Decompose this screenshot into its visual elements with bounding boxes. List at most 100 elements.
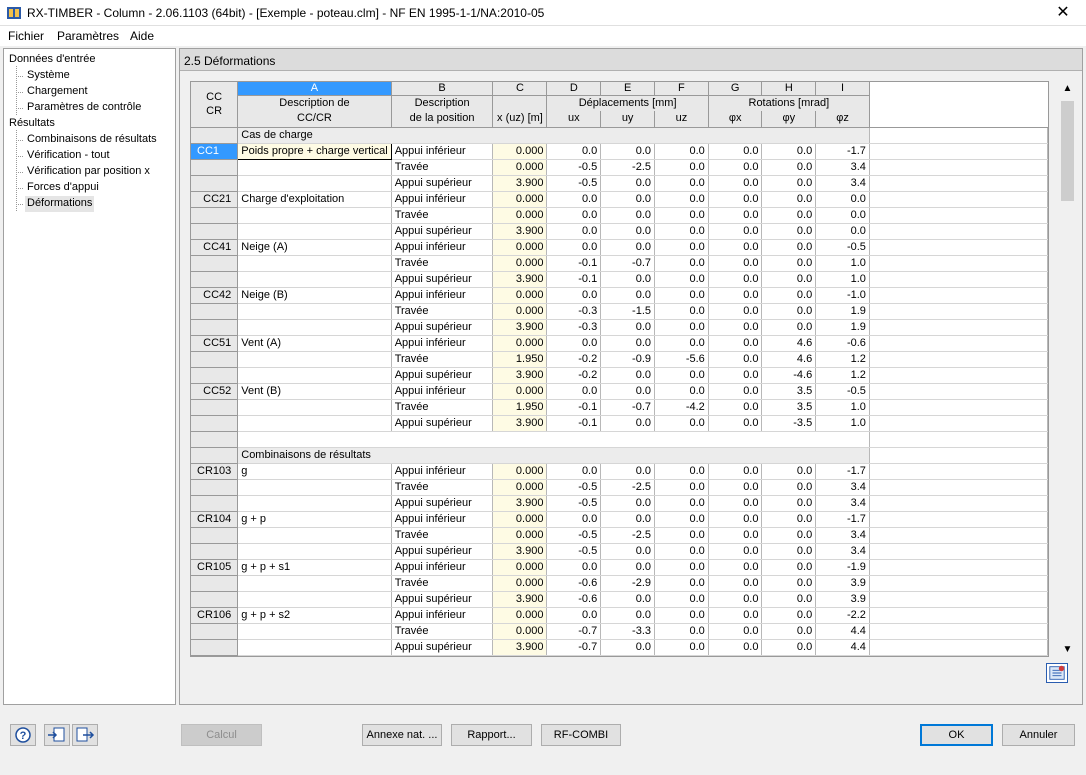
cell-value[interactable]: 0.0 — [708, 223, 763, 240]
cell-value[interactable]: -0.1 — [546, 415, 602, 432]
cell-value[interactable]: 0.0 — [600, 271, 656, 288]
cell-value[interactable]: -0.3 — [546, 303, 602, 320]
cell-position[interactable]: Appui inférieur — [391, 239, 494, 256]
table-row[interactable]: Travée 0.000 0.0 0.0 0.0 0.0 0.0 0.0 — [191, 207, 1048, 224]
cell-value[interactable]: 0.0 — [654, 143, 709, 160]
cell-description[interactable] — [237, 223, 392, 240]
tree-item-system[interactable]: Système — [27, 68, 70, 84]
grid-filler[interactable] — [869, 431, 1048, 448]
cell-value[interactable]: 0.0 — [546, 559, 602, 576]
cell-value[interactable]: 0.0 — [546, 383, 602, 400]
cell-value[interactable]: 0.0 — [761, 207, 817, 224]
column-letter[interactable]: H — [761, 82, 817, 96]
cell-description[interactable] — [237, 479, 392, 496]
cell-value[interactable]: -0.7 — [600, 399, 656, 416]
scroll-down-icon[interactable]: ▼ — [1059, 644, 1076, 655]
table-row[interactable]: CR103 g Appui inférieur 0.000 0.0 0.0 0.0 0.0 0.… — [191, 463, 1048, 480]
cell-value[interactable]: 3.900 — [492, 495, 548, 512]
cell-value[interactable]: 0.0 — [654, 591, 709, 608]
row-header-id[interactable] — [191, 351, 239, 368]
cell-value[interactable]: 0.0 — [600, 207, 656, 224]
cell-value[interactable]: -0.7 — [546, 639, 602, 656]
cell-value[interactable]: 0.0 — [761, 479, 817, 496]
cell-value[interactable]: 4.6 — [761, 335, 817, 352]
cell-value[interactable]: -1.5 — [600, 303, 656, 320]
tree-root-input[interactable]: Données d'entrée — [9, 52, 96, 68]
row-header-id[interactable] — [191, 175, 239, 192]
cell-value[interactable]: 0.0 — [600, 319, 656, 336]
cell-value[interactable]: 1.2 — [815, 351, 870, 368]
cell-value[interactable]: 0.0 — [654, 335, 709, 352]
cell-value[interactable]: 0.0 — [761, 575, 817, 592]
cell-position[interactable]: Travée — [391, 159, 494, 176]
cell-value[interactable]: -0.1 — [546, 271, 602, 288]
cell-value[interactable]: 0.0 — [761, 191, 817, 208]
cell-description[interactable] — [237, 351, 392, 368]
row-header-id[interactable] — [191, 367, 239, 384]
column-letter[interactable]: F — [654, 82, 709, 96]
cell-value[interactable]: 0.000 — [492, 463, 548, 480]
cell-value[interactable]: 0.0 — [761, 559, 817, 576]
cell-description[interactable]: Vent (B) — [237, 383, 392, 400]
table-row[interactable]: Appui supérieur 3.900 -0.5 0.0 0.0 0.0 0.0 3.4 — [191, 495, 1048, 512]
cell-value[interactable]: 3.900 — [492, 223, 548, 240]
cell-value[interactable]: 0.0 — [654, 319, 709, 336]
column-letter[interactable]: I — [815, 82, 870, 96]
cell-value[interactable]: 3.5 — [761, 383, 817, 400]
grid-filler[interactable] — [869, 511, 1048, 528]
grid-filler[interactable] — [869, 223, 1048, 240]
row-header-id[interactable] — [191, 255, 239, 272]
row-header-id[interactable]: CR104 — [191, 511, 239, 528]
cell-value[interactable]: 0.0 — [708, 527, 763, 544]
cell-value[interactable]: 0.000 — [492, 511, 548, 528]
cell-value[interactable]: 3.4 — [815, 543, 870, 560]
cell-description[interactable] — [237, 527, 392, 544]
table-row[interactable]: CC21 Charge d'exploitation Appui inférieur… — [191, 191, 1048, 208]
cell-value[interactable]: -4.6 — [761, 367, 817, 384]
cell-value[interactable]: 0.0 — [546, 511, 602, 528]
cell-value[interactable]: -0.1 — [546, 255, 602, 272]
cell-value[interactable]: 0.0 — [761, 239, 817, 256]
cell-value[interactable]: 0.0 — [815, 191, 870, 208]
cell-value[interactable]: 0.0 — [654, 271, 709, 288]
excel-export-icon[interactable] — [1046, 663, 1068, 683]
cell-description[interactable] — [237, 159, 392, 176]
table-row[interactable]: CC51 Vent (A) Appui inférieur 0.000 0.0 0.0 0.… — [191, 335, 1048, 352]
cell-value[interactable]: 0.000 — [492, 623, 548, 640]
cell-value[interactable]: 0.0 — [654, 383, 709, 400]
cell-position[interactable]: Appui inférieur — [391, 287, 494, 304]
grid-filler[interactable] — [869, 591, 1048, 608]
cell-value[interactable]: 0.0 — [546, 143, 602, 160]
cell-value[interactable]: 0.0 — [761, 495, 817, 512]
cell-value[interactable]: 1.0 — [815, 255, 870, 272]
cell-value[interactable]: 0.000 — [492, 207, 548, 224]
cell-value[interactable]: 0.0 — [546, 191, 602, 208]
cell-value[interactable]: 1.950 — [492, 399, 548, 416]
cell-value[interactable]: 0.0 — [600, 591, 656, 608]
cell-value[interactable]: 0.0 — [546, 463, 602, 480]
table-row[interactable]: Appui supérieur 3.900 -0.3 0.0 0.0 0.0 0.0 1.9 — [191, 319, 1048, 336]
cell-value[interactable]: 0.0 — [708, 191, 763, 208]
cell-description[interactable]: g — [237, 463, 392, 480]
table-row[interactable]: Appui supérieur 3.900 -0.1 0.0 0.0 0.0 -3.5 1.0 — [191, 415, 1048, 432]
row-header-id[interactable]: CC52 — [191, 383, 239, 400]
cell-value[interactable]: -1.7 — [815, 463, 870, 480]
grid-filler[interactable] — [869, 399, 1048, 416]
tree-root-results[interactable]: Résultats — [9, 116, 55, 132]
cell-value[interactable]: 0.0 — [600, 191, 656, 208]
cell-value[interactable]: 0.0 — [708, 207, 763, 224]
grid-filler[interactable] — [869, 271, 1048, 288]
row-header-id[interactable] — [191, 319, 239, 336]
column-letter[interactable]: E — [600, 82, 656, 96]
cell-value[interactable]: 0.0 — [600, 639, 656, 656]
cell-value[interactable]: 0.0 — [654, 495, 709, 512]
cell-value[interactable]: 0.0 — [600, 335, 656, 352]
cell-value[interactable]: 0.0 — [654, 623, 709, 640]
cell-value[interactable]: 0.0 — [654, 239, 709, 256]
row-header[interactable] — [191, 127, 239, 144]
cell-value[interactable]: 0.0 — [546, 607, 602, 624]
cell-description[interactable] — [237, 367, 392, 384]
cell-value[interactable]: 0.000 — [492, 559, 548, 576]
menu-settings[interactable]: Paramètres — [57, 29, 119, 43]
close-button[interactable]: ✕ — [1040, 0, 1086, 26]
